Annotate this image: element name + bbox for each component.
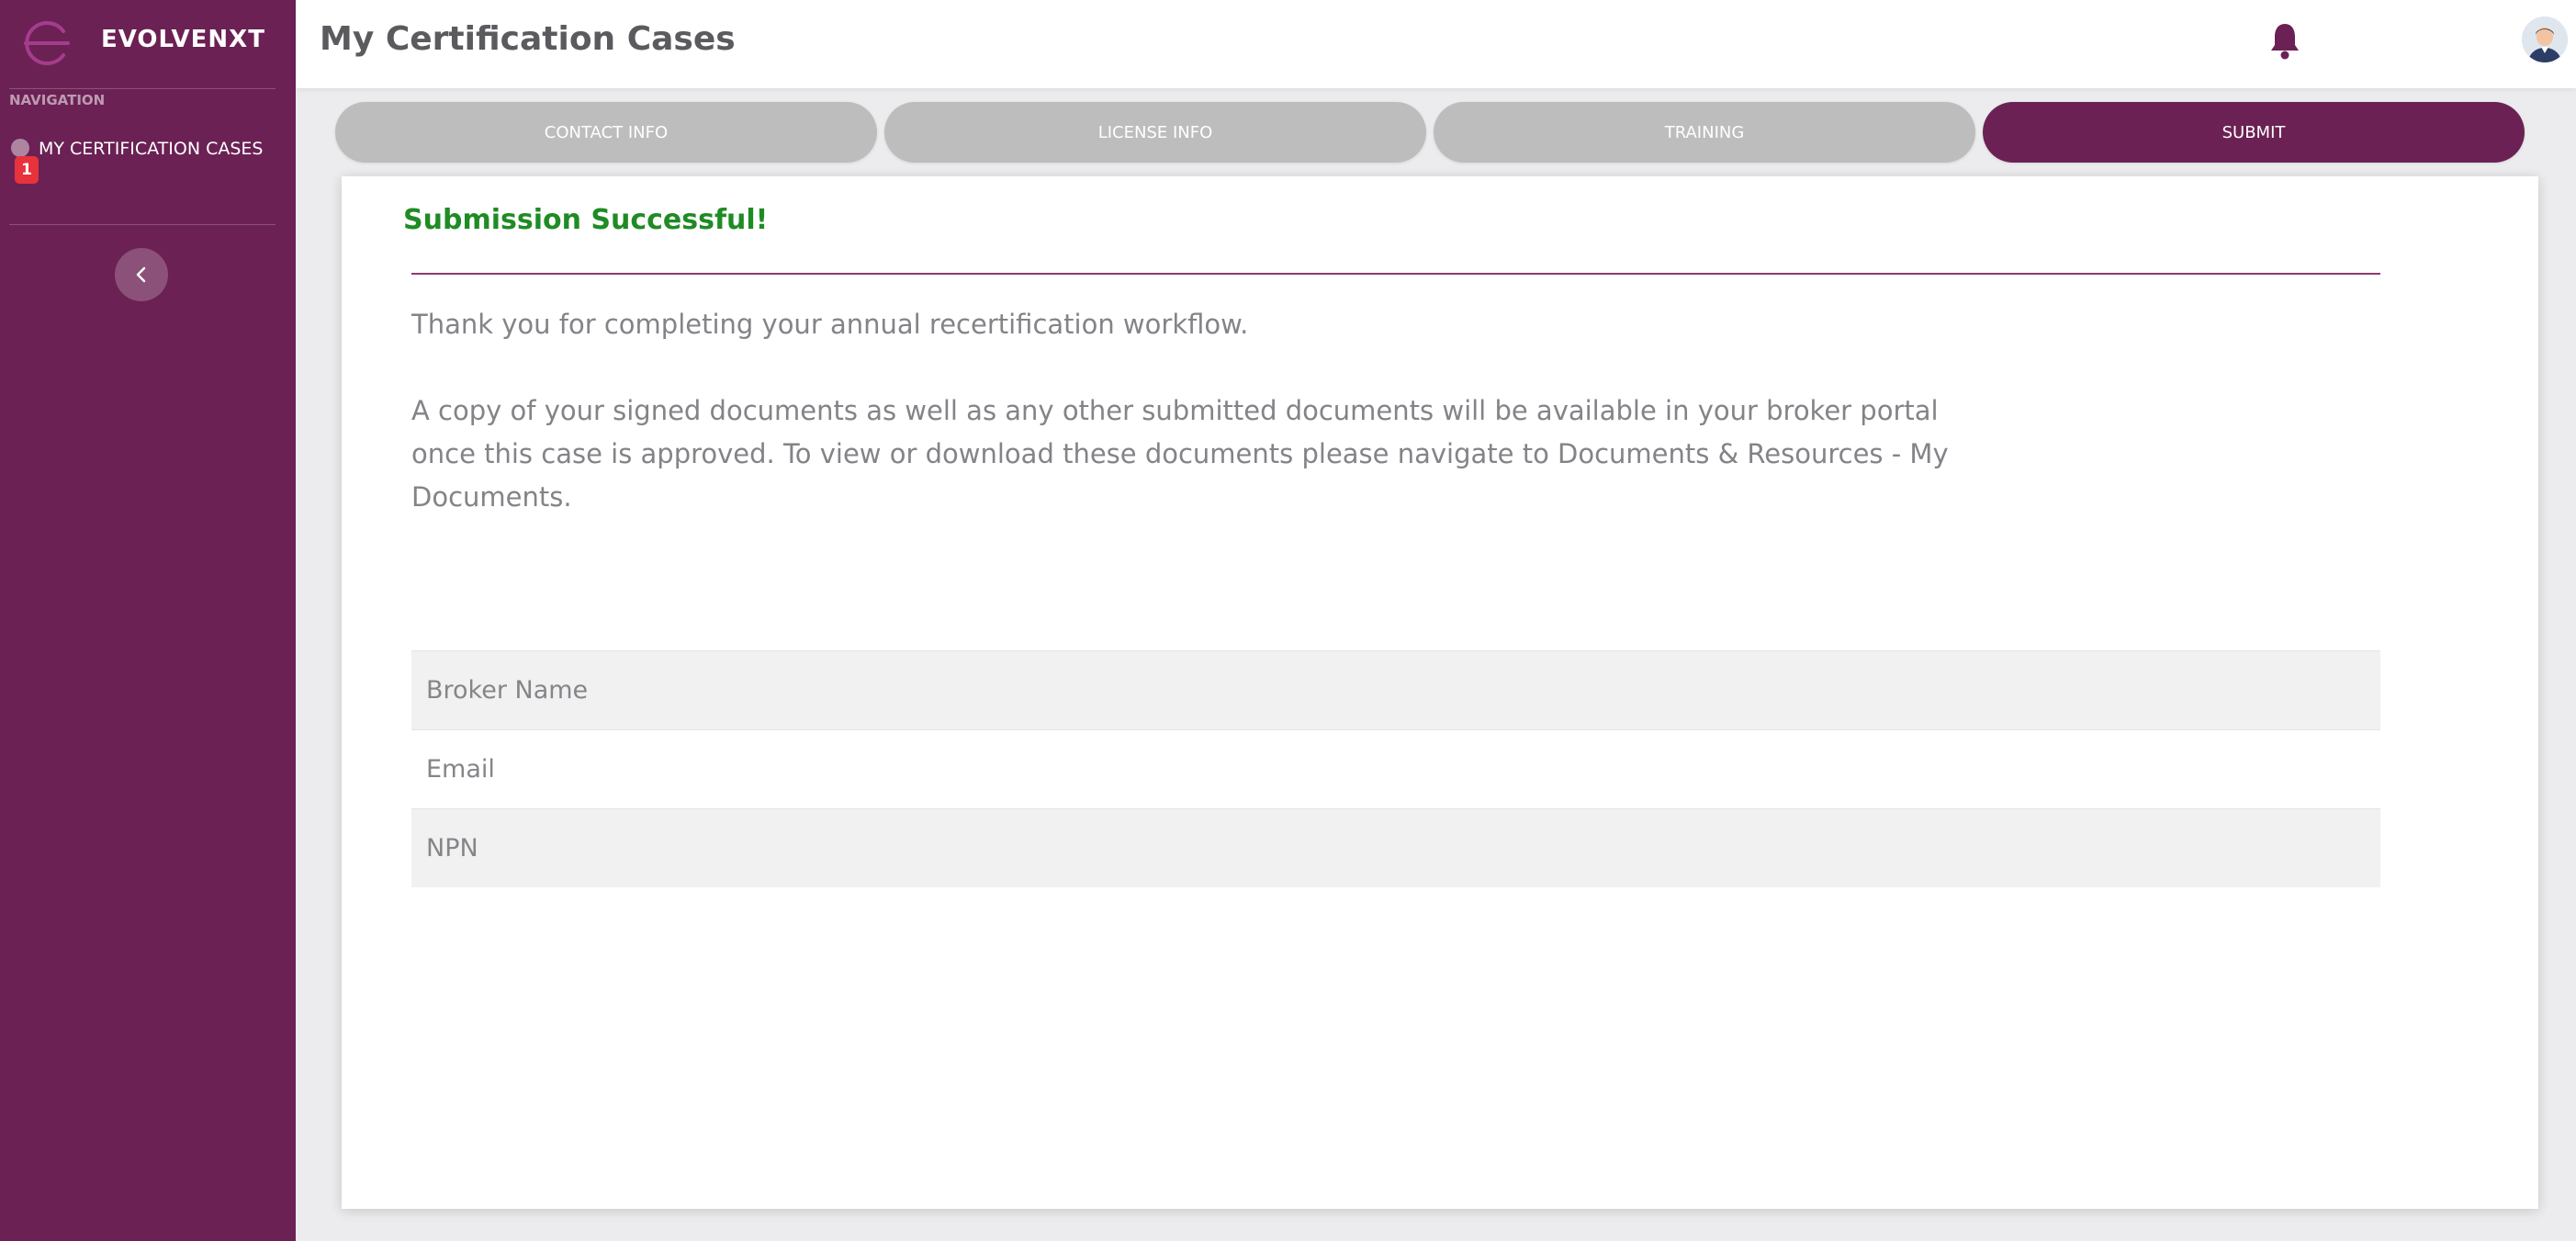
documents-message: A copy of your signed documents as well …	[411, 395, 1949, 513]
broker-info-table: Broker Name Email NPN	[411, 650, 2380, 887]
circle-dot-icon	[11, 139, 29, 157]
step-contact-info[interactable]: CONTACT INFO	[335, 102, 877, 163]
nav-heading: NAVIGATION	[9, 92, 106, 108]
info-row-npn: NPN	[411, 808, 2380, 887]
page-title: My Certification Cases	[320, 20, 736, 58]
info-label: Email	[426, 755, 495, 784]
submission-card: Submission Successful! Thank you for com…	[342, 176, 2538, 1209]
user-avatar-icon	[2522, 17, 2568, 62]
step-label: CONTACT INFO	[544, 122, 669, 142]
brand-name: EVOLVENXT	[101, 26, 265, 53]
collapse-sidebar-button[interactable]	[115, 248, 168, 301]
info-row-broker-name: Broker Name	[411, 650, 2380, 729]
brand-logo-icon	[24, 21, 70, 65]
thank-you-message: Thank you for completing your annual rec…	[411, 309, 1249, 340]
chevron-left-icon	[136, 266, 146, 283]
success-title: Submission Successful!	[403, 204, 769, 236]
info-label: NPN	[426, 834, 478, 863]
step-training[interactable]: TRAINING	[1434, 102, 1975, 163]
step-label: TRAINING	[1664, 122, 1745, 142]
info-row-email: Email	[411, 729, 2380, 808]
sidebar-divider	[9, 224, 276, 225]
avatar[interactable]	[2522, 17, 2568, 62]
notification-count-badge: 1	[15, 156, 39, 184]
sidebar: EVOLVENXT NAVIGATION MY CERTIFICATION CA…	[0, 0, 296, 1241]
step-submit[interactable]: SUBMIT	[1983, 102, 2525, 163]
step-license-info[interactable]: LICENSE INFO	[884, 102, 1426, 163]
sidebar-item-my-certification-cases[interactable]: MY CERTIFICATION CASES 1	[9, 134, 285, 184]
brand[interactable]: EVOLVENXT	[0, 0, 296, 88]
info-label: Broker Name	[426, 676, 589, 705]
bell-icon[interactable]	[2267, 20, 2303, 61]
sidebar-divider	[9, 88, 276, 89]
title-divider	[411, 273, 2380, 275]
top-header: My Certification Cases	[296, 0, 2576, 88]
step-label: LICENSE INFO	[1097, 122, 1213, 142]
step-label: SUBMIT	[2222, 122, 2286, 142]
sidebar-item-label: MY CERTIFICATION CASES	[39, 139, 264, 159]
